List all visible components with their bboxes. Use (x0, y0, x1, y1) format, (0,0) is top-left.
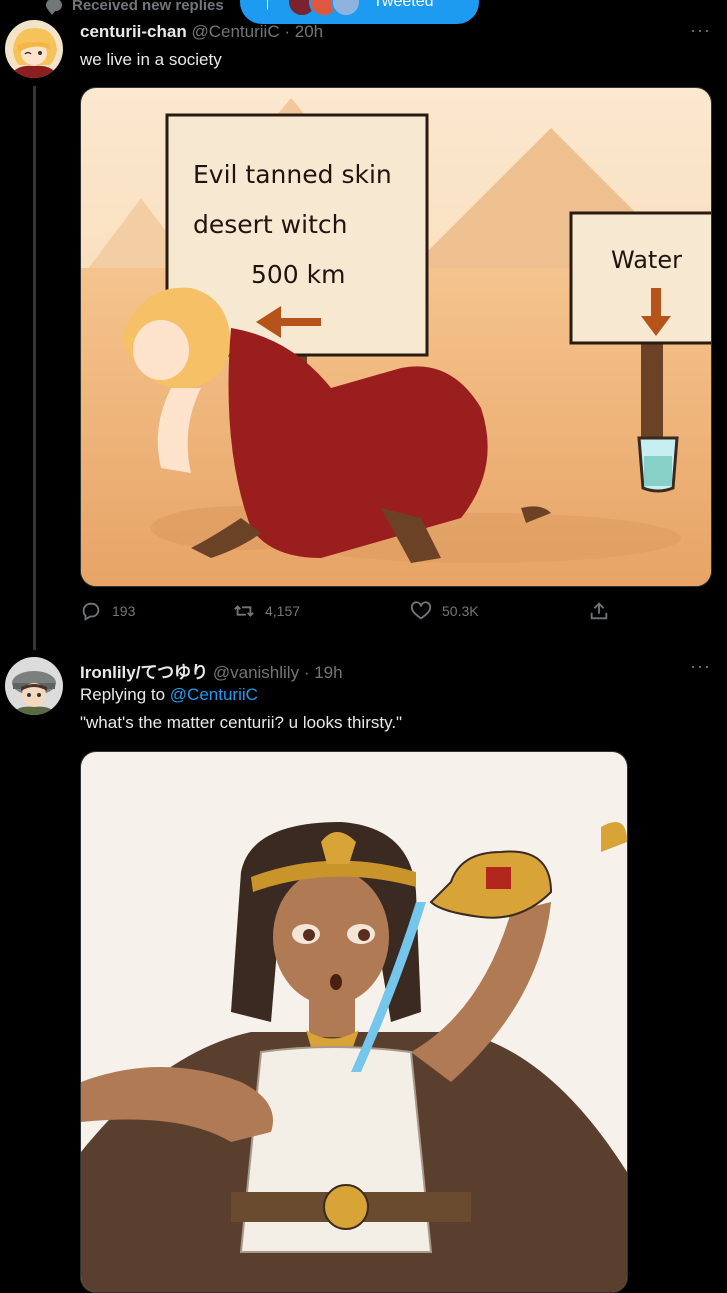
author-avatar[interactable] (5, 20, 63, 78)
tweet-header: centurii-chan @CenturiiC · 20h (80, 22, 324, 41)
reply-button[interactable]: 193 (80, 600, 135, 622)
share-icon (590, 602, 608, 620)
replying-prefix: Replying to (80, 685, 166, 704)
tweet-text: we live in a society (80, 50, 222, 69)
like-icon (410, 601, 432, 620)
tweet-actions: 193 4,157 50.3K (80, 600, 620, 630)
tweeter-avatars (287, 0, 361, 17)
like-button[interactable]: 50.3K (410, 600, 479, 622)
tweet-header: Ironlily/てつゆり @vanishlily · 19h (80, 663, 343, 682)
new-replies-banner: Received new replies (46, 0, 224, 16)
sign-text-line2: desert witch (193, 210, 347, 239)
speech-bubble-icon (46, 0, 62, 15)
retweet-button[interactable]: 4,157 (233, 600, 300, 622)
tweet-image[interactable] (80, 751, 628, 1293)
replying-to: Replying to @CenturiiC (80, 685, 258, 705)
tweet-text: "what's the matter centurii? u looks thi… (80, 713, 403, 732)
author-handle[interactable]: @CenturiiC (191, 22, 279, 41)
reply-count: 193 (112, 603, 136, 619)
author-name[interactable]: Ironlily/てつゆり (80, 663, 208, 682)
received-replies-text: Received new replies (72, 0, 224, 14)
retweet-count: 4,157 (265, 603, 301, 619)
pill-label: Tweeted (373, 0, 434, 10)
arrow-up-icon: ↑ (262, 0, 273, 14)
author-name[interactable]: centurii-chan (80, 22, 187, 41)
like-count: 50.3K (442, 603, 479, 619)
thread-connector (33, 86, 36, 650)
more-icon[interactable]: ··· (690, 20, 711, 41)
replying-handle[interactable]: @CenturiiC (170, 685, 258, 704)
new-tweets-pill[interactable]: ↑ Tweeted (240, 0, 479, 24)
retweet-icon (234, 605, 254, 617)
tweet-image[interactable]: Evil tanned skin desert witch 500 km Wat… (80, 87, 712, 587)
share-button[interactable] (588, 600, 610, 622)
sign-text-line3: 500 km (251, 260, 346, 289)
tweet-time[interactable]: 20h (295, 22, 323, 41)
tweet-time[interactable]: 19h (314, 663, 342, 682)
more-icon[interactable]: ··· (690, 656, 711, 677)
avatar (331, 0, 361, 17)
reply-icon (82, 602, 100, 621)
sign-text-line1: Evil tanned skin (193, 160, 392, 189)
sign-text-water: Water (611, 246, 682, 274)
author-handle[interactable]: @vanishlily (213, 663, 299, 682)
author-avatar[interactable] (5, 657, 63, 715)
